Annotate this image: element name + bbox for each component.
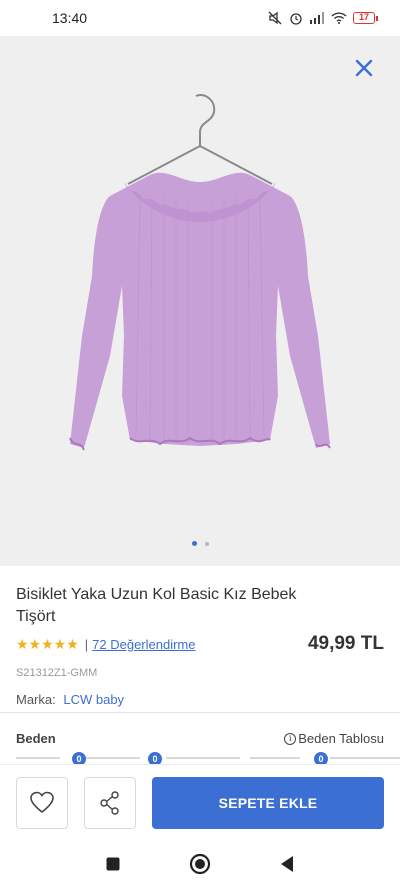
signal-icon — [310, 12, 324, 24]
system-nav-bar — [0, 840, 400, 888]
circle-icon — [189, 853, 211, 875]
brand-row: Marka: LCW baby — [16, 692, 384, 707]
brand-link[interactable]: LCW baby — [63, 692, 124, 707]
product-sku: S21312Z1-GMM — [16, 667, 98, 679]
status-icons: 17 — [267, 11, 378, 25]
size-label: Beden — [16, 731, 56, 746]
product-image — [69, 94, 331, 451]
brand-label: Marka: — [16, 692, 56, 707]
product-title: Bisiklet Yaka Uzun Kol Basic Kız Bebek T… — [16, 586, 297, 625]
triangle-back-icon — [280, 856, 293, 872]
info-icon: i — [284, 732, 297, 745]
product-info: Bisiklet Yaka Uzun Kol Basic Kız Bebek T… — [16, 584, 384, 707]
close-icon — [355, 59, 373, 77]
status-bar: 13:40 17 — [0, 0, 400, 36]
favorite-button[interactable] — [16, 776, 68, 829]
recents-button[interactable] — [101, 852, 125, 876]
square-icon — [106, 857, 120, 871]
product-price: 49,99 TL — [307, 633, 384, 654]
size-header: Beden i Beden Tablosu — [16, 731, 384, 746]
pagination-dot[interactable] — [204, 541, 209, 546]
wifi-icon — [331, 12, 347, 24]
size-table-label: Beden Tablosu — [298, 731, 384, 746]
pagination-dot-active[interactable] — [191, 541, 197, 546]
share-icon — [100, 790, 119, 815]
product-image-gallery[interactable] — [0, 36, 400, 566]
close-button[interactable] — [352, 56, 376, 80]
battery-level: 17 — [353, 12, 375, 24]
size-table-link[interactable]: i Beden Tablosu — [284, 731, 384, 746]
add-to-cart-label: SEPETE EKLE — [218, 794, 318, 811]
mute-icon — [268, 11, 282, 25]
rating-stars: ★★★★★ — [16, 636, 79, 652]
reviews-link[interactable]: 72 Değerlendirme — [92, 637, 195, 652]
back-button[interactable] — [275, 852, 299, 876]
section-divider — [0, 712, 400, 713]
alarm-icon — [290, 13, 302, 25]
share-button[interactable] — [84, 776, 136, 829]
add-to-cart-button[interactable]: SEPETE EKLE — [152, 776, 384, 829]
home-button[interactable] — [188, 852, 212, 876]
heart-icon — [30, 791, 54, 813]
rating-separator: | — [84, 637, 89, 652]
status-time: 13:40 — [52, 10, 88, 26]
image-pagination — [0, 541, 400, 546]
battery-indicator: 17 — [353, 12, 378, 24]
bottom-action-bar: SEPETE EKLE — [0, 764, 400, 840]
